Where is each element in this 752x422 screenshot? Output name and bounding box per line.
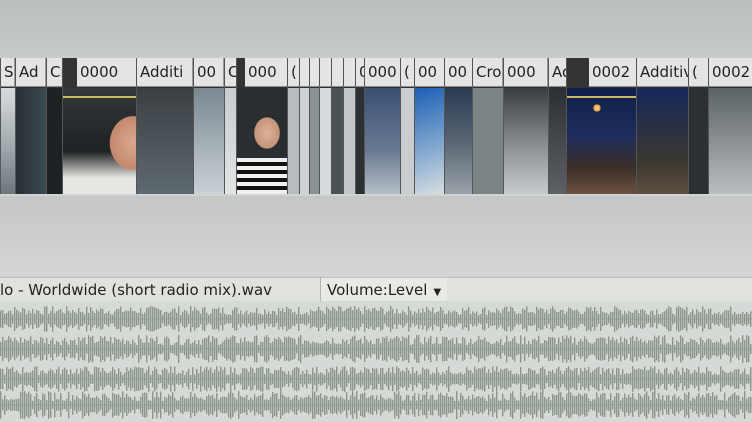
envelope-dropdown[interactable]: Volume:Level ▼ — [320, 278, 448, 302]
clip-label: 0002 — [589, 58, 637, 87]
video-clip[interactable]: 0002 — [708, 58, 752, 194]
clip-thumbnail — [473, 88, 503, 194]
clip-thumbnail — [16, 88, 46, 194]
clip-thumbnail — [689, 88, 709, 194]
clip-thumbnail — [637, 88, 689, 194]
clip-label: 000 — [504, 58, 548, 87]
audio-track-header: lo - Worldwide (short radio mix).wav Vol… — [0, 277, 752, 302]
clip-label: 0002 — [709, 58, 752, 87]
video-clip[interactable]: 0002 — [566, 58, 638, 194]
clip-label: ( — [689, 58, 709, 87]
clip-thumbnail — [709, 88, 752, 194]
video-clip[interactable]: 000 — [503, 58, 549, 194]
video-clip[interactable]: 00 — [414, 58, 446, 194]
video-clip[interactable]: ( — [688, 58, 710, 194]
envelope-label: Volume:Level — [327, 281, 428, 299]
clip-thumbnail — [401, 88, 415, 194]
clip-thumbnail — [504, 88, 548, 194]
clip-thumbnail — [137, 88, 193, 194]
video-clip[interactable]: Additi — [136, 58, 194, 194]
clip-label: Cro — [473, 58, 503, 87]
clip-label: 000 — [365, 58, 401, 87]
clip-label: S — [1, 58, 15, 87]
clip-label: Additive — [637, 58, 689, 87]
clip-thumbnail — [365, 88, 401, 194]
video-clip[interactable]: 00 — [193, 58, 225, 194]
clip-label: 00 — [194, 58, 224, 87]
clip-label: ( — [401, 58, 415, 87]
empty-track-area[interactable] — [0, 196, 752, 276]
clip-label: 00 — [415, 58, 445, 87]
clip-label: Ad — [16, 58, 46, 87]
fade-envelope-line — [567, 96, 637, 98]
audio-file-name: lo - Worldwide (short radio mix).wav — [0, 281, 273, 299]
clip-thumbnail — [415, 88, 445, 194]
video-clip[interactable]: Cro — [472, 58, 504, 194]
clip-label: Additi — [137, 58, 193, 87]
clip-thumbnail — [567, 88, 637, 194]
video-clip[interactable]: Ad — [15, 58, 47, 194]
video-clip[interactable]: S — [0, 58, 16, 194]
timeline-ruler — [0, 0, 752, 58]
audio-waveform[interactable] — [0, 301, 752, 422]
waveform-graphic — [0, 306, 752, 419]
video-clip[interactable]: 000 — [364, 58, 402, 194]
video-clip[interactable]: Additive — [636, 58, 690, 194]
clip-thumbnail — [1, 88, 15, 194]
clip-thumbnail — [194, 88, 224, 194]
video-track[interactable]: S Ad Cr 0000 Additi 00 C 000 (000 (00 … — [0, 58, 752, 198]
timeline-window: S Ad Cr 0000 Additi 00 C 000 (000 (00 … — [0, 0, 752, 422]
